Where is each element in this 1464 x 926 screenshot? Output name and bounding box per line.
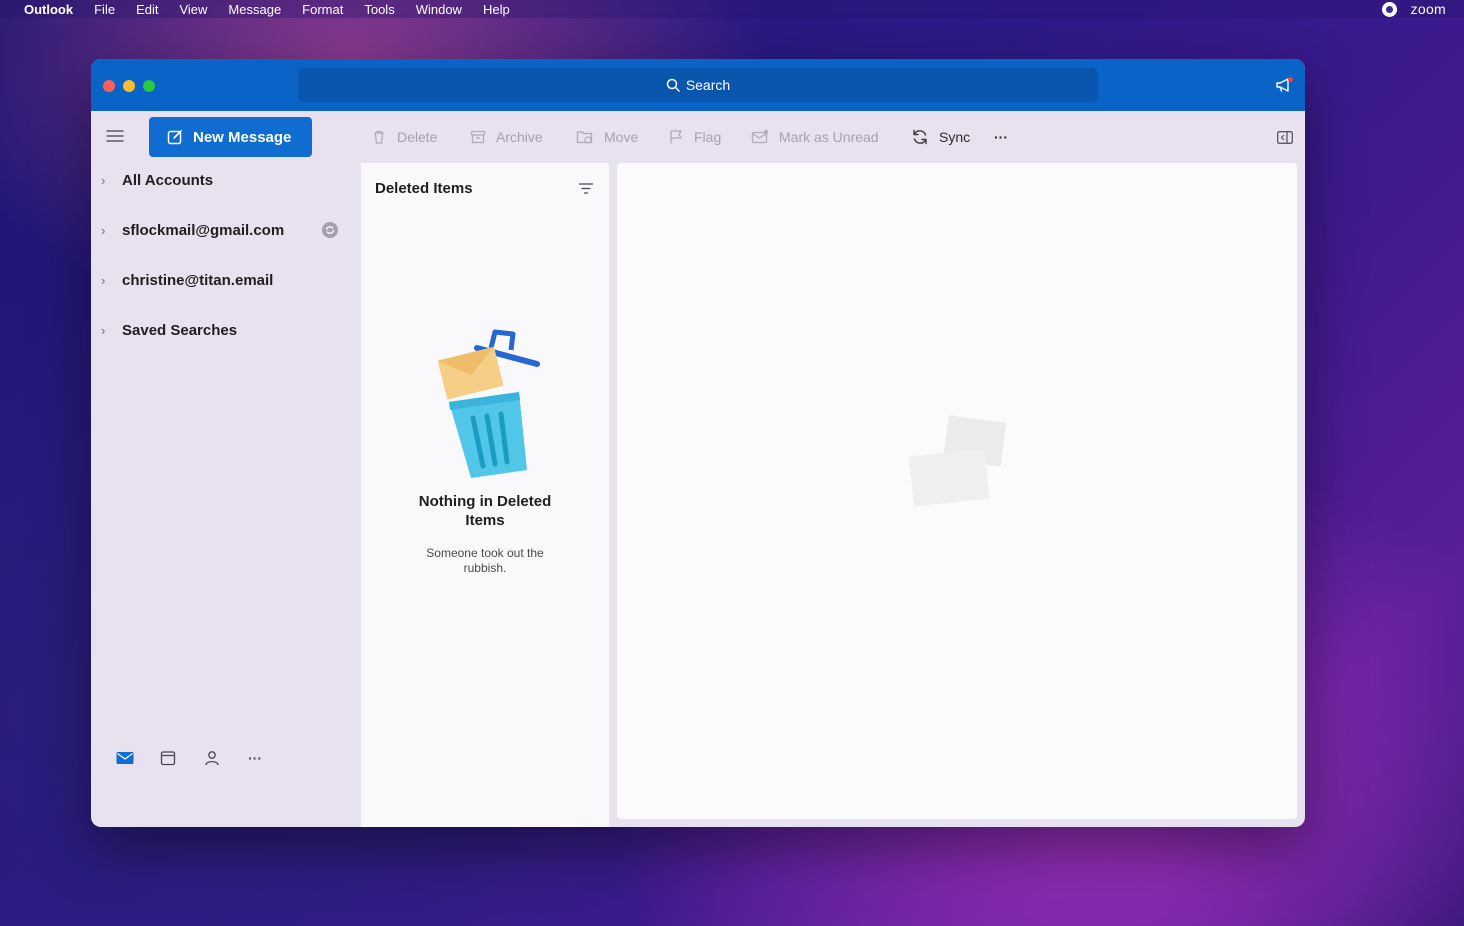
menu-message[interactable]: Message (228, 2, 281, 17)
mail-icon (116, 752, 134, 764)
new-message-button[interactable]: New Message (149, 117, 312, 157)
sync-label: Sync (939, 129, 971, 145)
sidebar-item-sflockmail[interactable]: › sflockmail@gmail.com (101, 218, 284, 242)
menu-edit[interactable]: Edit (136, 2, 158, 17)
sidebar-item-label: Saved Searches (122, 321, 238, 339)
move-button[interactable]: Move (576, 125, 638, 149)
folder-title: Deleted Items (375, 180, 473, 197)
menu-window[interactable]: Window (416, 2, 462, 17)
calendar-icon (160, 751, 176, 766)
title-bar: Search (91, 59, 1305, 111)
menu-bar: Outlook File Edit View Message Format To… (0, 0, 1464, 18)
reading-pane (617, 163, 1297, 819)
empty-trash-illustration (437, 329, 540, 478)
sidebar-toggle-icon[interactable] (1277, 131, 1293, 144)
menu-format[interactable]: Format (302, 2, 343, 17)
delete-button[interactable]: Delete (371, 125, 437, 149)
compose-icon (167, 130, 182, 145)
folder-sidebar: › All Accounts › sflockmail@gmail.com › … (91, 163, 361, 827)
search-icon (666, 78, 680, 92)
calendar-module-button[interactable] (160, 747, 204, 769)
module-switcher: ··· (116, 747, 292, 769)
menu-help[interactable]: Help (483, 2, 510, 17)
zoom-status-icon[interactable] (1381, 1, 1397, 17)
flag-label: Flag (694, 129, 722, 145)
more-modules-button[interactable]: ··· (248, 747, 292, 769)
message-list: Deleted Items Nothing in Deleted Items S (361, 163, 609, 827)
folder-move-icon (576, 131, 593, 144)
chevron-right-icon[interactable]: › (101, 273, 111, 288)
account-sync-status-icon (322, 222, 338, 238)
new-message-label: New Message (193, 128, 292, 146)
menu-view[interactable]: View (179, 2, 207, 17)
more-toolbar-label: ··· (994, 129, 1008, 145)
zoom-label[interactable]: zoom (1411, 1, 1446, 17)
menu-file[interactable]: File (94, 2, 115, 17)
sidebar-item-label: All Accounts (122, 171, 214, 189)
sidebar-item-all-accounts[interactable]: › All Accounts (101, 168, 213, 192)
search-label: Search (685, 77, 731, 93)
people-module-button[interactable] (204, 747, 248, 769)
chevron-right-icon[interactable]: › (101, 323, 111, 338)
mark-as-unread-button[interactable]: Mark as Unread (751, 125, 879, 149)
flag-icon (670, 130, 682, 144)
archive-label: Archive (496, 129, 543, 145)
toolbar: New Message Delete Archive Move Flag Mar… (91, 111, 1305, 163)
archive-icon (470, 130, 486, 144)
chevron-right-icon[interactable]: › (101, 223, 111, 238)
chevron-right-icon[interactable]: › (101, 173, 111, 188)
menu-app-outlook[interactable]: Outlook (24, 2, 73, 17)
sync-button[interactable]: Sync (911, 125, 970, 149)
sidebar-item-christine-titan[interactable]: › christine@titan.email (101, 268, 273, 292)
envelopes-illustration (908, 415, 1007, 507)
more-toolbar-button[interactable]: ··· (994, 125, 1008, 149)
sidebar-item-label: christine@titan.email (122, 271, 274, 289)
hamburger-icon[interactable] (106, 129, 124, 143)
delete-label: Delete (397, 129, 438, 145)
empty-state-subtitle: Someone took out the rubbish. (426, 546, 544, 575)
move-label: Move (604, 129, 639, 145)
envelope-icon (751, 129, 769, 144)
minimize-window-button[interactable] (123, 80, 135, 92)
people-icon (205, 751, 219, 766)
flag-button[interactable]: Flag (668, 125, 721, 149)
empty-state-title: Nothing in Deleted Items (418, 493, 552, 529)
trash-icon (374, 130, 384, 144)
zoom-window-button[interactable] (143, 80, 155, 92)
archive-button[interactable]: Archive (470, 125, 543, 149)
close-window-button[interactable] (103, 80, 115, 92)
filter-icon[interactable] (579, 183, 593, 194)
menu-tools[interactable]: Tools (364, 2, 394, 17)
megaphone-icon[interactable] (1275, 76, 1295, 94)
sidebar-item-label: sflockmail@gmail.com (122, 221, 285, 239)
mail-module-button[interactable] (116, 747, 160, 769)
search-bar[interactable]: Search (298, 68, 1098, 102)
mark-as-unread-label: Mark as Unread (779, 129, 879, 145)
sidebar-item-saved-searches[interactable]: › Saved Searches (101, 318, 237, 342)
sync-icon (913, 129, 927, 145)
outlook-window: Search New Message Delete Archive Move F… (91, 59, 1305, 827)
